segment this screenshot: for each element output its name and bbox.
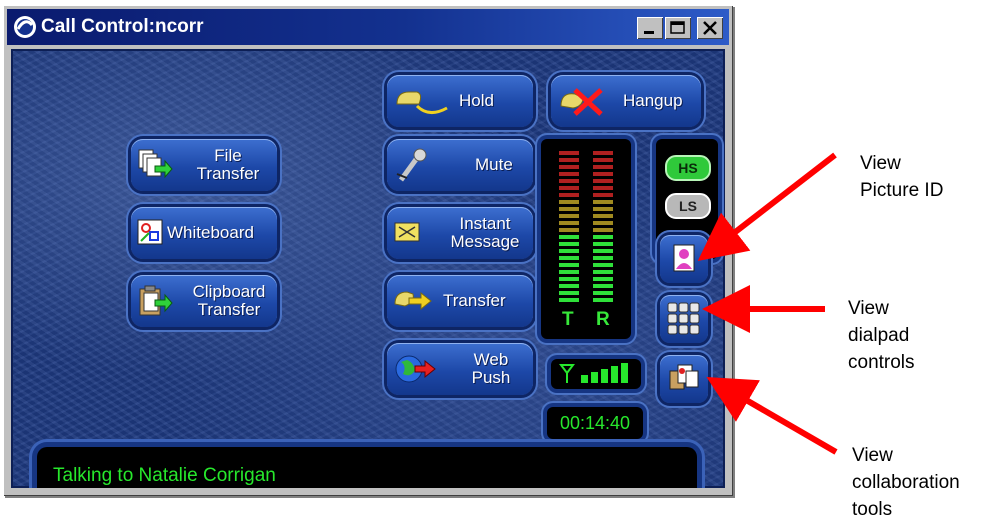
dialpad-annotation-line2: dialpad [848,325,910,346]
picture-id-annotation-line1: View [860,153,901,174]
collaboration-annotation: View collaboration tools [852,442,960,523]
dialpad-annotation-line3: controls [848,352,915,373]
picture-id-annotation-line2: Picture ID [860,180,944,201]
picture-id-annotation: View Picture ID [860,150,943,204]
dialpad-annotation-line1: View [848,298,889,319]
collaboration-annotation-line3: tools [852,499,893,520]
collaboration-annotation-line1: View [852,445,893,466]
collaboration-arrow [706,376,838,455]
collaboration-annotation-line2: collaboration [852,472,960,493]
dialpad-annotation: View dialpad controls [848,295,915,376]
picture-id-arrow [697,152,837,262]
